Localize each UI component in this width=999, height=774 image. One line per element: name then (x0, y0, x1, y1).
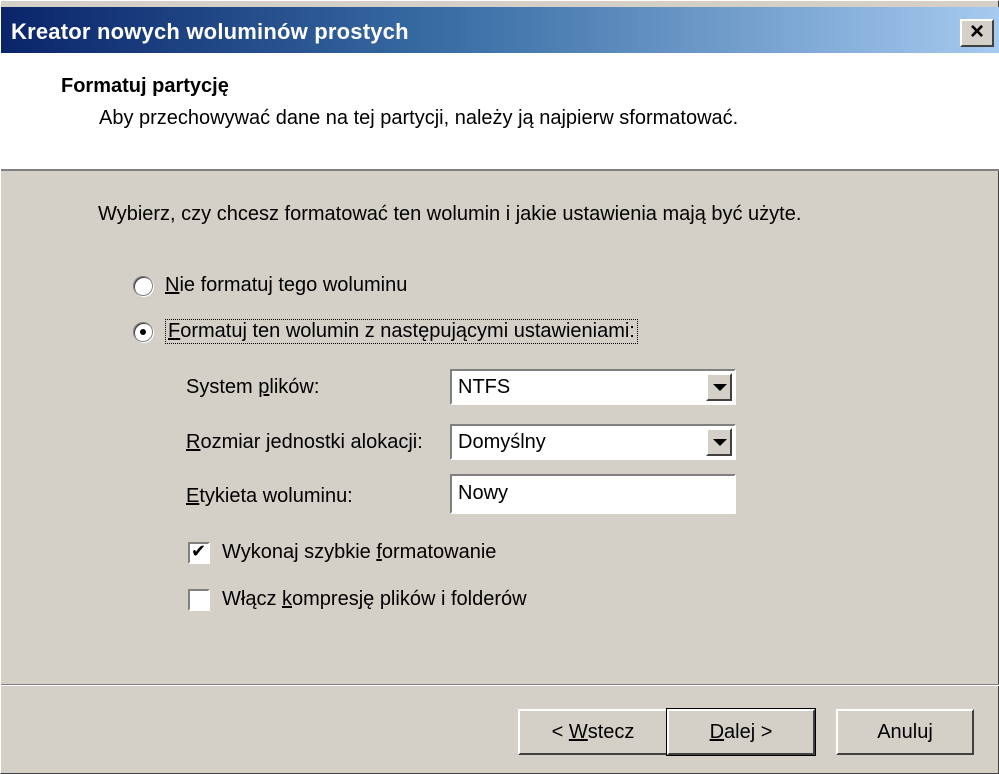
wizard-window: Kreator nowych woluminów prostych × Form… (0, 0, 999, 774)
wizard-header: Formatuj partycję Aby przechowywać dane … (1, 53, 999, 171)
quick-format-option[interactable]: Wykonaj szybkie formatowanie (188, 541, 496, 564)
volume-label-label: Etykieta woluminu: (186, 485, 353, 507)
volume-label-input[interactable]: Nowy (450, 474, 736, 514)
page-title: Formatuj partycję (61, 75, 229, 97)
next-button[interactable]: Dalej > (666, 708, 816, 756)
window-title: Kreator nowych woluminów prostych (11, 19, 409, 44)
instruction-text: Wybierz, czy chcesz formatować ten wolum… (98, 203, 802, 225)
quick-format-label: Wykonaj szybkie formatowanie (222, 541, 497, 563)
compression-checkbox[interactable] (188, 588, 210, 611)
allocation-dropdown[interactable]: Domyślny (450, 424, 736, 460)
close-button[interactable]: × (960, 19, 994, 47)
filesystem-label: System plików: (186, 376, 320, 398)
filesystem-dropdown[interactable]: NTFS (450, 369, 736, 405)
filesystem-value: NTFS (458, 376, 511, 398)
allocation-label: Rozmiar jednostki alokacji: (186, 431, 423, 453)
cancel-button[interactable]: Anuluj (836, 709, 974, 755)
title-bar[interactable]: Kreator nowych woluminów prostych × (1, 7, 999, 53)
radio-button-no-format[interactable] (133, 275, 153, 296)
radio-button-format[interactable] (133, 321, 153, 342)
page-subtitle: Aby przechowywać dane na tej partycji, n… (99, 107, 739, 129)
back-button[interactable]: < Wstecz (518, 709, 668, 755)
quick-format-checkbox[interactable] (188, 541, 210, 564)
chevron-down-icon[interactable] (706, 428, 732, 456)
radio-format-label: Formatuj ten wolumin z następującymi ust… (165, 319, 638, 344)
close-icon: × (969, 18, 984, 45)
chevron-down-icon[interactable] (706, 373, 732, 401)
allocation-value: Domyślny (458, 431, 546, 453)
volume-label-value: Nowy (458, 482, 509, 504)
radio-format[interactable]: Formatuj ten wolumin z następującymi ust… (133, 319, 638, 344)
radio-no-format[interactable]: Nie formatuj tego woluminu (133, 274, 407, 297)
compression-label: Włącz kompresję plików i folderów (222, 588, 527, 610)
footer-divider (1, 684, 999, 686)
radio-no-format-label: Nie formatuj tego woluminu (165, 274, 408, 296)
compression-option[interactable]: Włącz kompresję plików i folderów (188, 588, 527, 611)
